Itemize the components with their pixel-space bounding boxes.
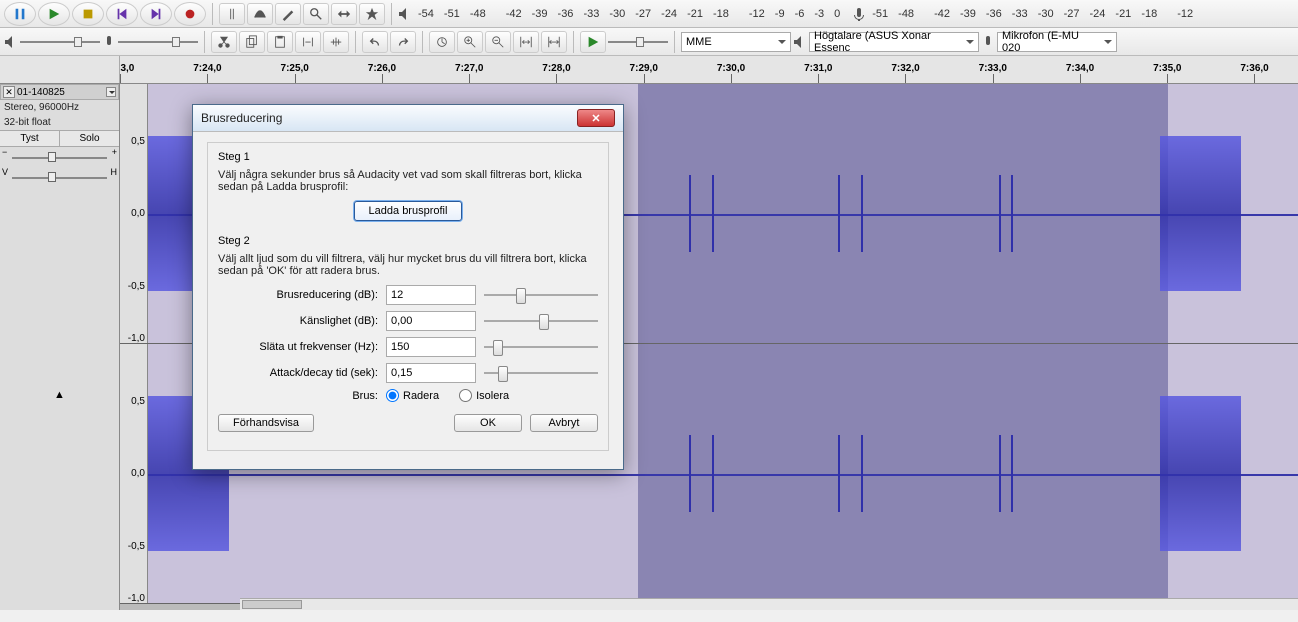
attack-input[interactable] (386, 363, 476, 383)
reduction-slider[interactable] (484, 285, 598, 305)
close-icon[interactable]: ✕ (577, 109, 615, 127)
smoothing-slider[interactable] (484, 337, 598, 357)
noise-label: Brus: (218, 390, 378, 402)
step1-heading: Steg 1 (218, 151, 598, 163)
dialog-titlebar[interactable]: Brusreducering ✕ (193, 105, 623, 132)
sensitivity-label: Känslighet (dB): (218, 315, 378, 327)
reduction-label: Brusreducering (dB): (218, 289, 378, 301)
dialog-mask: Brusreducering ✕ Steg 1 Välj några sekun… (0, 0, 1298, 622)
attack-slider[interactable] (484, 363, 598, 383)
step2-heading: Steg 2 (218, 235, 598, 247)
preview-button[interactable]: Förhandsvisa (218, 414, 314, 432)
step1-text: Välj några sekunder brus så Audacity vet… (218, 169, 598, 193)
get-noise-profile-button[interactable]: Ladda brusprofil (354, 201, 463, 221)
radio-isolate[interactable]: Isolera (459, 389, 509, 402)
cancel-button[interactable]: Avbryt (530, 414, 598, 432)
dialog-title: Brusreducering (201, 111, 577, 125)
reduction-input[interactable] (386, 285, 476, 305)
noise-reduction-dialog: Brusreducering ✕ Steg 1 Välj några sekun… (192, 104, 624, 470)
smoothing-input[interactable] (386, 337, 476, 357)
smoothing-label: Släta ut frekvenser (Hz): (218, 341, 378, 353)
sensitivity-input[interactable] (386, 311, 476, 331)
step2-text: Välj allt ljud som du vill filtrera, väl… (218, 253, 598, 277)
ok-button[interactable]: OK (454, 414, 522, 432)
radio-remove[interactable]: Radera (386, 389, 439, 402)
attack-label: Attack/decay tid (sek): (218, 367, 378, 379)
sensitivity-slider[interactable] (484, 311, 598, 331)
